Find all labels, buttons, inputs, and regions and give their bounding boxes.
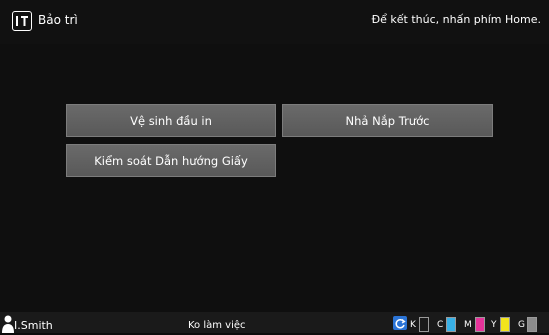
ink-level-bar	[500, 317, 510, 332]
main-content	[0, 44, 549, 312]
paper-guide-control-button[interactable]: Kiểm soát Dẫn hướng Giấy	[66, 144, 276, 177]
release-front-cover-button[interactable]: Nhả Nắp Trước	[282, 104, 493, 137]
header-bar: Bảo trì Để kết thúc, nhấn phím Home.	[0, 0, 549, 44]
ink-level-bar	[446, 317, 456, 332]
head-cleaning-button[interactable]: Vệ sinh đầu in	[66, 104, 276, 137]
maintenance-icon	[12, 11, 32, 31]
ink-level-bar	[419, 317, 429, 332]
ink-level-bar	[475, 317, 485, 332]
status-bar: I.Smith Ko làm việc K C M Y G	[0, 312, 549, 333]
user-icon	[2, 315, 14, 333]
refresh-icon[interactable]	[393, 316, 407, 330]
printer-status: Ko làm việc	[188, 320, 246, 331]
ink-fill	[447, 318, 455, 331]
ink-level-bar	[527, 317, 537, 332]
ink-fill	[476, 318, 484, 331]
user-name: I.Smith	[14, 319, 53, 332]
home-key-hint: Để kết thúc, nhấn phím Home.	[371, 13, 541, 26]
page-title: Bảo trì	[38, 13, 78, 27]
ink-fill	[501, 318, 509, 331]
ink-fill	[528, 318, 536, 331]
maintenance-screen: Bảo trì Để kết thúc, nhấn phím Home. Vệ …	[0, 0, 549, 333]
